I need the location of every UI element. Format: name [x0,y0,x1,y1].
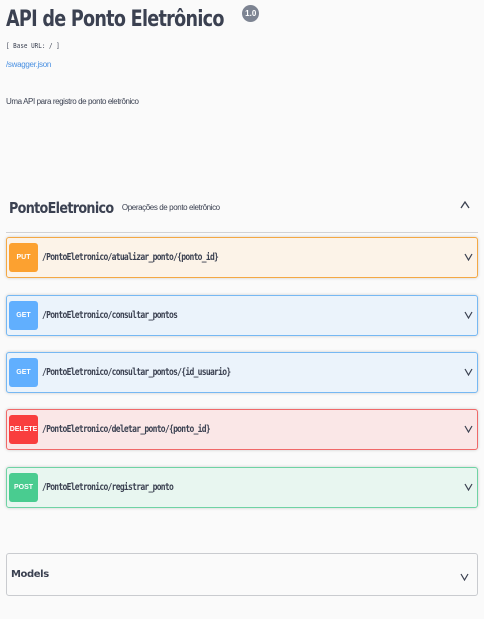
chevron-down-icon[interactable] [464,480,473,494]
api-info: API de Ponto Eletrônico 1.0 [ Base URL: … [6,0,478,106]
operation-block[interactable]: GET /PontoEletronico/consultar_pontos/{i… [6,352,478,393]
method-badge: DELETE [9,415,38,444]
api-description: Uma API para registro de ponto eletrônic… [6,97,139,106]
operation-block[interactable]: GET /PontoEletronico/consultar_pontos [6,295,478,336]
operation-path: /PontoEletronico/atualizar_ponto/{ponto_… [42,252,219,263]
chevron-down-icon[interactable] [464,250,473,264]
models-section[interactable]: Models [6,553,478,596]
operation-path: /PontoEletronico/consultar_pontos/{id_us… [42,367,231,378]
base-url: [ Base URL: / ] [6,42,60,50]
method-badge: PUT [9,243,38,272]
operation-path: /PontoEletronico/consultar_pontos [42,310,178,321]
operation-path: /PontoEletronico/registrar_ponto [42,482,174,493]
models-label: Models [11,569,49,580]
api-title: API de Ponto Eletrônico [6,7,224,32]
title-row: API de Ponto Eletrônico 1.0 [6,2,478,38]
operation-block[interactable]: POST /PontoEletronico/registrar_ponto [6,467,478,508]
chevron-down-icon[interactable] [460,570,469,584]
operation-block[interactable]: PUT /PontoEletronico/atualizar_ponto/{po… [6,237,478,278]
method-badge: POST [9,473,38,502]
tag-name: PontoEletronico [9,198,114,217]
chevron-up-icon[interactable] [460,196,470,212]
method-badge: GET [9,358,38,387]
chevron-down-icon[interactable] [464,365,473,379]
swagger-json-link[interactable]: /swagger.json [6,60,478,69]
chevron-down-icon[interactable] [464,308,473,322]
chevron-down-icon[interactable] [464,422,473,436]
tag-header-pontoeletronico[interactable]: PontoEletronico Operações de ponto eletr… [6,183,478,233]
method-badge: GET [9,301,38,330]
tag-description: Operações de ponto eletrônico [121,203,220,212]
operation-path: /PontoEletronico/deletar_ponto/{ponto_id… [42,424,211,435]
operation-block[interactable]: DELETE /PontoEletronico/deletar_ponto/{p… [6,409,478,450]
version-badge: 1.0 [242,5,260,22]
